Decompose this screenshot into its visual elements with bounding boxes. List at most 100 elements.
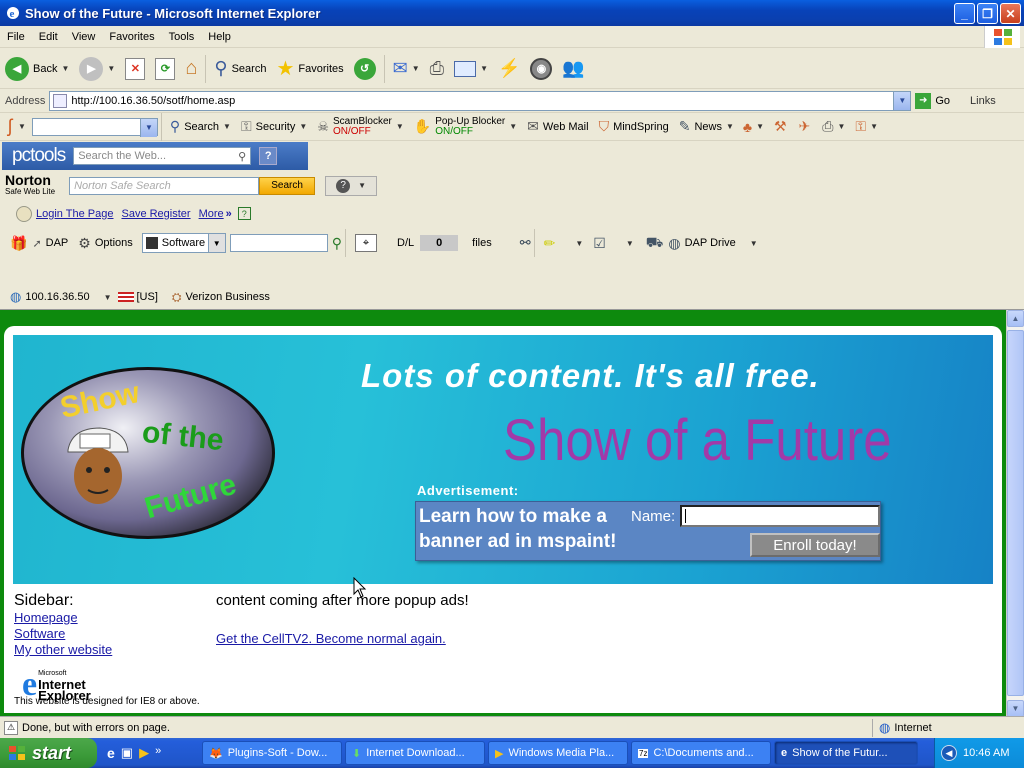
- checklist-icon[interactable]: ☑: [593, 235, 606, 252]
- chevron-down-icon[interactable]: ▼: [756, 122, 764, 131]
- chevron-down-icon[interactable]: ▼: [299, 122, 307, 131]
- airplane-icon[interactable]: ✈: [799, 118, 811, 135]
- popup-blocker-button[interactable]: ✋ Pop-Up Blocker ON/OFF ▼: [409, 109, 522, 145]
- chevron-right-icon[interactable]: »: [155, 745, 161, 761]
- pctools-search-input[interactable]: Search the Web... ⚲: [73, 147, 252, 165]
- norton-search-input[interactable]: Norton Safe Search: [69, 176, 260, 195]
- favorites-button[interactable]: ★ Favorites: [271, 51, 348, 87]
- tray-icon[interactable]: ◀: [941, 745, 957, 761]
- home-button[interactable]: ⌂: [180, 51, 202, 87]
- restore-button[interactable]: ❐: [977, 3, 998, 24]
- security-button[interactable]: ⚿ Security ▼: [236, 109, 312, 145]
- scroll-up-button[interactable]: ▲: [1007, 310, 1024, 327]
- task-documents[interactable]: 7z C:\Documents and...: [631, 741, 771, 765]
- help-icon[interactable]: ?: [237, 207, 251, 220]
- chevron-down-icon[interactable]: ▼: [870, 122, 878, 131]
- chevron-down-icon[interactable]: ▼: [223, 122, 231, 131]
- forward-button[interactable]: ▶ ▼: [74, 51, 120, 87]
- sidebar-link-other-website[interactable]: My other website: [14, 642, 112, 658]
- menu-tools[interactable]: Tools: [162, 31, 202, 43]
- webmail-button[interactable]: ✉ Web Mail: [522, 109, 593, 145]
- chevron-down-icon[interactable]: ▼: [575, 239, 583, 248]
- stop-button[interactable]: ✕: [120, 51, 150, 87]
- printer-icon[interactable]: ⎙: [822, 118, 833, 135]
- chevron-down-icon[interactable]: ▼: [626, 239, 634, 248]
- minimize-button[interactable]: _: [954, 3, 975, 24]
- start-button[interactable]: start: [0, 738, 97, 768]
- dap-search-input[interactable]: [229, 234, 328, 252]
- dap-drive-button[interactable]: ◍ DAP Drive ▼: [663, 225, 762, 261]
- ie-quicklaunch-icon[interactable]: e: [107, 745, 115, 761]
- menu-file[interactable]: File: [0, 31, 32, 43]
- sidebar-link-homepage[interactable]: Homepage: [14, 610, 112, 626]
- save-register-link[interactable]: Save Register: [121, 208, 190, 220]
- dap-button[interactable]: ➚ DAP: [27, 225, 73, 261]
- links-button[interactable]: Links: [970, 95, 996, 107]
- task-plugins-soft[interactable]: 🦊 Plugins-Soft - Dow...: [202, 741, 342, 765]
- go-button[interactable]: ➜ Go: [915, 92, 950, 109]
- double-chevron-icon[interactable]: »: [226, 208, 232, 220]
- print-button[interactable]: ⎙: [425, 51, 449, 87]
- scroll-thumb[interactable]: [1007, 330, 1024, 696]
- menu-help[interactable]: Help: [201, 31, 238, 43]
- enroll-button[interactable]: Enroll today!: [750, 533, 880, 557]
- games-icon[interactable]: ♣: [743, 119, 752, 135]
- chevron-down-icon[interactable]: ▼: [726, 122, 734, 131]
- page-warning-icon[interactable]: ⚠: [4, 720, 18, 735]
- chevron-down-icon[interactable]: ▼: [61, 64, 69, 73]
- menu-edit[interactable]: Edit: [32, 31, 65, 43]
- news-button[interactable]: ✎ News ▼: [674, 109, 739, 145]
- mindspring-button[interactable]: ⛉ MindSpring: [594, 109, 674, 145]
- chevron-down-icon[interactable]: ▼: [837, 122, 845, 131]
- discuss-button[interactable]: ⚡: [493, 51, 525, 87]
- earthlink-logo-icon[interactable]: ʃ: [8, 116, 12, 137]
- scamblocker-button[interactable]: ☠ ScamBlocker ON/OFF ▼: [312, 109, 408, 145]
- highlighter-icon[interactable]: ✏: [544, 235, 556, 252]
- name-input[interactable]: [680, 505, 880, 527]
- task-internet-download[interactable]: ⬇ Internet Download...: [345, 741, 485, 765]
- chevron-down-icon[interactable]: ▼: [396, 122, 404, 131]
- chevron-down-icon[interactable]: ▼: [104, 293, 112, 302]
- options-button[interactable]: ⚙ Options: [73, 225, 137, 261]
- tools-icon[interactable]: ⚒: [774, 118, 787, 135]
- celltv-link[interactable]: Get the CellTV2. Become normal again.: [216, 631, 469, 647]
- search-button[interactable]: ⚲ Search: [209, 51, 271, 87]
- task-show-of-the-future[interactable]: e Show of the Futur...: [774, 741, 918, 765]
- dap-gift-icon[interactable]: 🎁: [10, 235, 27, 252]
- more-link[interactable]: More: [199, 208, 224, 220]
- mail-button[interactable]: ✉ ▼: [388, 51, 425, 87]
- refresh-button[interactable]: ⟳: [150, 51, 180, 87]
- chevron-down-icon[interactable]: ▼: [412, 64, 420, 73]
- task-windows-media[interactable]: ▶ Windows Media Pla...: [488, 741, 628, 765]
- toolbar-search-button[interactable]: ⚲ Search ▼: [165, 109, 236, 145]
- close-button[interactable]: ✕: [1000, 3, 1021, 24]
- edit-button[interactable]: ▼: [449, 51, 493, 87]
- toolbar-search-input[interactable]: ▼: [31, 117, 158, 137]
- scroll-down-button[interactable]: ▼: [1007, 700, 1024, 717]
- chevron-down-icon[interactable]: ▼: [509, 122, 517, 131]
- help-icon[interactable]: ?: [259, 147, 278, 165]
- target-icon[interactable]: ⌖: [355, 234, 378, 252]
- menu-view[interactable]: View: [65, 31, 103, 43]
- norton-search-button[interactable]: Search: [259, 176, 316, 195]
- login-link[interactable]: Login The Page: [36, 208, 113, 220]
- sidebar-link-software[interactable]: Software: [14, 626, 112, 642]
- chevron-down-icon[interactable]: ▼: [107, 64, 115, 73]
- norton-help-button[interactable]: ? ▼: [325, 175, 378, 196]
- desktop-icon[interactable]: ▣: [121, 745, 133, 761]
- software-dropdown[interactable]: Software ▼: [141, 233, 226, 253]
- address-dropdown[interactable]: ▼: [893, 91, 911, 110]
- ip-address[interactable]: 100.16.36.50: [25, 291, 89, 303]
- search-dropdown[interactable]: ▼: [139, 118, 157, 137]
- history-button[interactable]: ↺: [349, 51, 381, 87]
- drive-cart-icon[interactable]: ⛟: [646, 234, 664, 253]
- address-input[interactable]: http://100.16.36.50/sotf/home.asp ▼: [49, 90, 912, 111]
- chevron-down-icon[interactable]: ▼: [750, 239, 758, 248]
- magnifier-icon[interactable]: ⚲: [332, 235, 342, 252]
- research-button[interactable]: ◉: [525, 51, 557, 87]
- binoculars-icon[interactable]: ⚯: [520, 235, 531, 251]
- media-player-icon[interactable]: ▶: [139, 745, 149, 761]
- menu-favorites[interactable]: Favorites: [102, 31, 161, 43]
- back-button[interactable]: ◀ Back ▼: [0, 51, 74, 87]
- messenger-button[interactable]: 👥: [557, 51, 589, 87]
